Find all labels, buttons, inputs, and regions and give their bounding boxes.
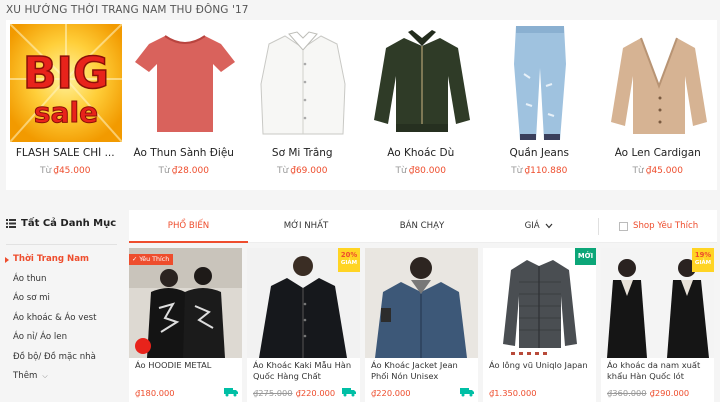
all-categories-label: Tất Cả Danh Mục: [21, 218, 117, 229]
product-card[interactable]: Áo Khoác Jacket Jean Phối Nón Unisex ₫22…: [365, 248, 478, 402]
product-card[interactable]: 19% GIẢM Áo khoác da nam xuất khẩu Hàn Qu…: [601, 248, 714, 402]
product-card[interactable]: MỚI Áo lông vũ Uniqlo Japan ₫1.350.000: [483, 248, 596, 402]
trending-item-name: FLASH SALE CHÍ ...: [15, 147, 115, 159]
product-image: [365, 248, 478, 358]
green-jacket-image: [365, 24, 478, 142]
category-item-tshirts[interactable]: Áo thun: [4, 270, 97, 290]
free-shipping-icon: [342, 388, 356, 397]
discount-badge: 19% GIẢM: [692, 248, 714, 272]
discount-badge: 20% GIẢM: [338, 248, 360, 272]
product-name: Áo khoác da nam xuất khẩu Hàn Quốc lót l…: [607, 360, 701, 381]
price-tab-label: GIÁ: [524, 221, 540, 231]
tab-price[interactable]: GIÁ: [480, 210, 598, 243]
all-categories-heading[interactable]: Tất Cả Danh Mục: [6, 218, 116, 229]
category-item-sweaters[interactable]: Áo nỉ/ Áo len: [4, 328, 97, 348]
trending-item-price: Từ ₫69.000: [277, 166, 328, 176]
red-tshirt-image: [128, 24, 241, 142]
favorite-shop-checkbox[interactable]: [619, 222, 628, 231]
list-icon: [6, 219, 16, 228]
product-price: ₫1.350.000: [489, 388, 537, 398]
product-name: Áo lông vũ Uniqlo Japan: [489, 360, 588, 370]
trending-item-price: Từ ₫80.000: [395, 166, 446, 176]
trending-item-cardigan[interactable]: Áo Len Cardigan Từ ₫45.000: [599, 20, 718, 190]
sort-divider: [598, 218, 599, 235]
favorite-badge: ✓ Yêu Thích: [129, 254, 174, 265]
tab-best-selling[interactable]: BÁN CHẠY: [364, 210, 480, 243]
trending-item-name: Áo Khoác Dù: [387, 147, 455, 159]
more-label: Thêm: [13, 371, 38, 381]
category-item-shirts[interactable]: Áo sơ mi: [4, 289, 97, 309]
product-price: ₫275.000 ₫220.000: [253, 388, 336, 398]
trending-item-name: Áo Len Cardigan: [614, 147, 701, 159]
category-list: Thời Trang Nam Áo thun Áo sơ mi Áo khoác…: [4, 250, 97, 387]
big-sale-text-big: BIG: [23, 48, 109, 99]
category-sidebar: Tất Cả Danh Mục Thời Trang Nam Áo thun Á…: [0, 208, 125, 402]
cardigan-image: [602, 24, 715, 142]
trending-item-tshirt[interactable]: Áo Thun Sành Điệu Từ ₫28.000: [125, 20, 244, 190]
trending-item-flash-sale[interactable]: BIG sale FLASH SALE CHÍ ... Từ ₫45.000: [6, 20, 125, 190]
trending-item-jeans[interactable]: Quần Jeans Từ ₫110.880: [480, 20, 599, 190]
free-shipping-icon: [460, 388, 474, 397]
category-item-homewear[interactable]: Đồ bộ/ Đồ mặc nhà: [4, 348, 97, 368]
category-item-more[interactable]: Thêm ⌵: [4, 367, 97, 387]
trending-item-price: Từ ₫45.000: [632, 166, 683, 176]
white-shirt-image: [247, 24, 359, 142]
jeans-image: [484, 24, 596, 142]
sort-bar: PHỔ BIẾN MỚI NHẤT BÁN CHẠY GIÁ Shop Yêu …: [129, 210, 717, 243]
product-name: Áo HOODIE METAL: [135, 360, 212, 370]
section-title: XU HƯỚNG THỜI TRANG NAM THU ĐÔNG '17: [6, 4, 249, 16]
trending-item-name: Áo Thun Sành Điệu: [133, 147, 234, 159]
product-card[interactable]: ✓ Yêu Thích Áo HOODIE METAL ₫180.000: [129, 248, 242, 402]
category-item-jackets-vests[interactable]: Áo khoác & Áo vest: [4, 309, 97, 329]
product-card[interactable]: 20% GIẢM Áo Khoác Kaki Mẫu Hàn Quốc Hàng …: [247, 248, 360, 402]
category-item-mens-fashion[interactable]: Thời Trang Nam: [4, 250, 97, 270]
trending-item-jacket[interactable]: Áo Khoác Dù Từ ₫80.000: [362, 20, 481, 190]
trending-item-price: Từ ₫28.000: [158, 166, 209, 176]
product-grid: ✓ Yêu Thích Áo HOODIE METAL ₫180.000 20%…: [129, 248, 719, 402]
new-badge: MỚI: [575, 248, 596, 265]
tab-popular[interactable]: PHỔ BIẾN: [129, 210, 248, 243]
trending-item-price: Từ ₫110.880: [511, 166, 568, 176]
tab-newest[interactable]: MỚI NHẤT: [248, 210, 364, 243]
free-shipping-icon: [224, 388, 238, 397]
chevron-down-icon: [545, 223, 553, 228]
product-price: ₫360.000 ₫290.000: [607, 388, 690, 398]
product-name: Áo Khoác Kaki Mẫu Hàn Quốc Hàng Chất Lượ…: [253, 360, 352, 381]
trending-item-price: Từ ₫45.000: [40, 166, 91, 176]
product-name: Áo Khoác Jacket Jean Phối Nón Unisex: [371, 360, 458, 381]
trending-item-white-shirt[interactable]: Sơ Mi Trắng Từ ₫69.000: [243, 20, 362, 190]
sidebar-divider: [6, 244, 117, 245]
big-sale-image: BIG sale: [10, 24, 122, 142]
product-price: ₫180.000: [135, 388, 175, 398]
big-sale-text-sale: sale: [34, 96, 98, 129]
favorite-shop-label[interactable]: Shop Yêu Thích: [633, 210, 698, 243]
trending-products-strip: BIG sale FLASH SALE CHÍ ... Từ ₫45.000 Áo…: [6, 20, 717, 190]
chevron-down-icon: ⌵: [42, 372, 48, 380]
product-price: ₫220.000: [371, 388, 411, 398]
trending-item-name: Sơ Mi Trắng: [271, 147, 333, 159]
trending-item-name: Quần Jeans: [509, 147, 569, 159]
